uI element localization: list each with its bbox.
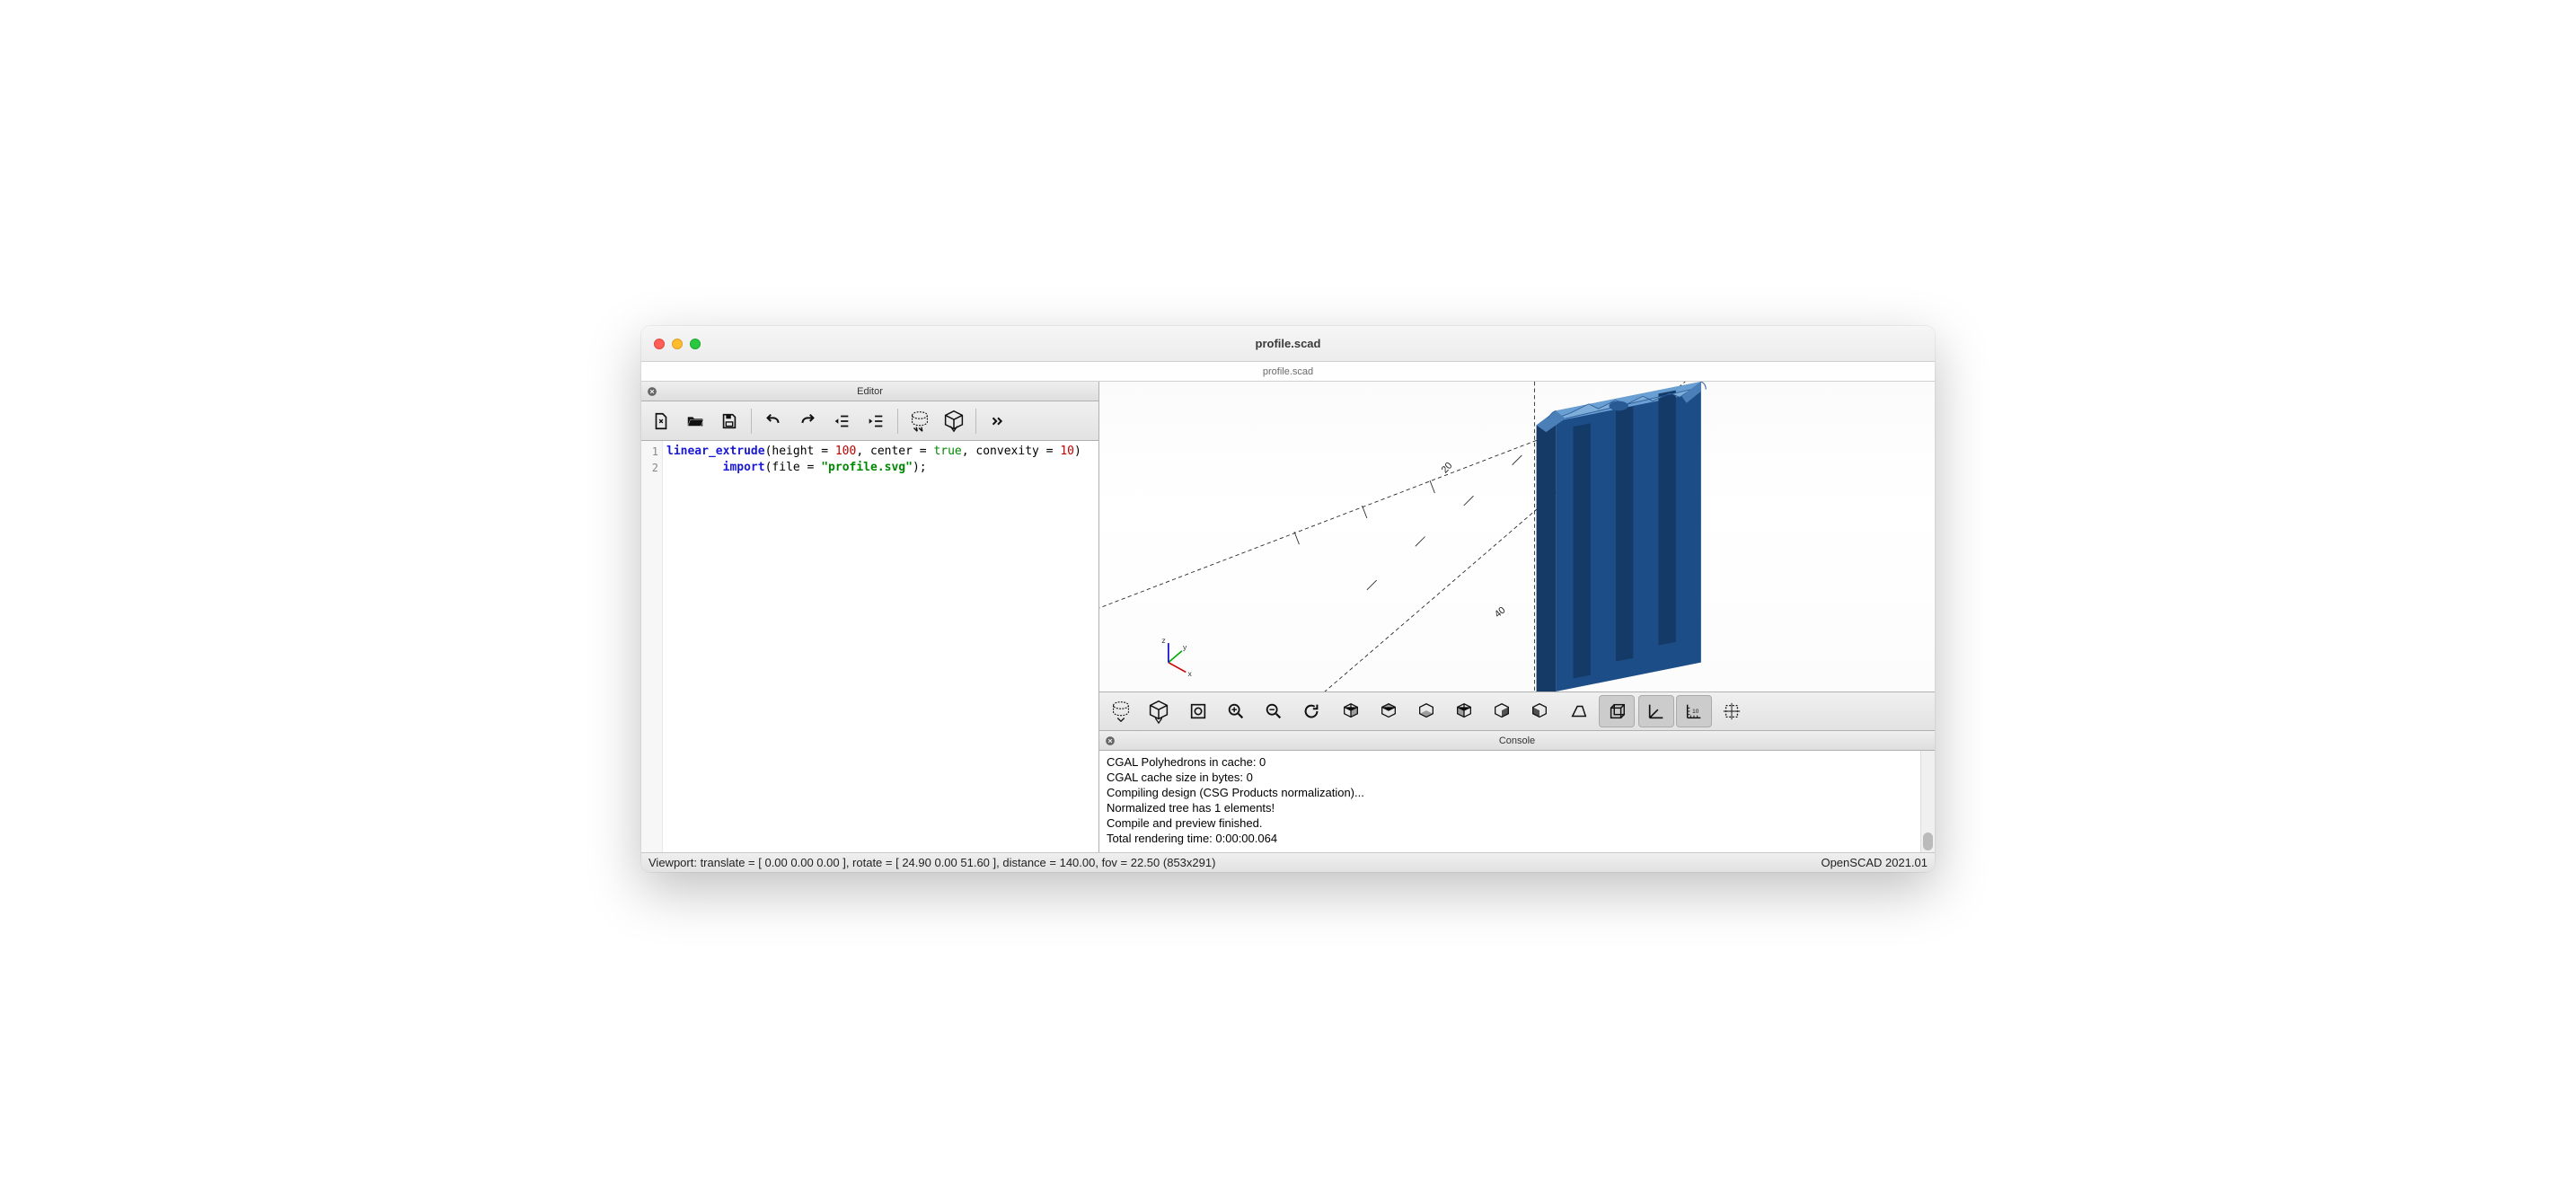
svg-text:10: 10 — [1692, 709, 1699, 715]
line-gutter: 12 — [641, 441, 663, 852]
zoom-out-button[interactable] — [1256, 695, 1292, 727]
svg-text:40: 40 — [1493, 604, 1508, 620]
svg-text:y: y — [1183, 643, 1187, 652]
titlebar[interactable]: profile.scad — [641, 326, 1935, 362]
code-editor[interactable]: 12 linear_extrude(height = 100, center =… — [641, 441, 1098, 852]
new-file-button[interactable] — [645, 405, 677, 437]
perspective-button[interactable] — [1561, 695, 1597, 727]
view-left-button[interactable] — [1446, 695, 1482, 727]
svg-text:20: 20 — [1440, 460, 1455, 475]
3d-viewport[interactable]: 20 40 20 x y z — [1099, 382, 1935, 691]
main-split: Editor 12 linear_extrude(height = 100 — [641, 382, 1935, 852]
document-tab[interactable]: profile.scad — [1263, 366, 1313, 377]
window-title: profile.scad — [641, 337, 1935, 350]
undo-button[interactable] — [757, 405, 790, 437]
open-file-button[interactable] — [679, 405, 711, 437]
console-output[interactable]: CGAL Polyhedrons in cache: 0 CGAL cache … — [1099, 751, 1920, 852]
show-axes-button[interactable] — [1638, 695, 1674, 727]
viewport-info: Viewport: translate = [ 0.00 0.00 0.00 ]… — [648, 856, 1215, 869]
view-right-button[interactable] — [1333, 695, 1369, 727]
console-header: Console — [1099, 731, 1935, 751]
render-button[interactable] — [938, 405, 970, 437]
view-front-button[interactable] — [1484, 695, 1520, 727]
view-all-button[interactable] — [1180, 695, 1216, 727]
version-label: OpenSCAD 2021.01 — [1821, 856, 1928, 869]
code-content[interactable]: linear_extrude(height = 100, center = tr… — [663, 441, 1098, 852]
console-panel-title: Console — [1099, 736, 1935, 746]
svg-text:z: z — [1161, 636, 1165, 645]
view-top-button[interactable] — [1371, 695, 1407, 727]
console-scrollbar[interactable] — [1920, 751, 1935, 852]
orthographic-button[interactable] — [1599, 695, 1635, 727]
svg-text:x: x — [1187, 669, 1192, 678]
render-button-2[interactable] — [1141, 695, 1177, 727]
redo-button[interactable] — [791, 405, 824, 437]
view-bottom-button[interactable] — [1408, 695, 1444, 727]
indent-button[interactable] — [860, 405, 892, 437]
right-pane: 20 40 20 x y z — [1099, 382, 1935, 852]
viewport-toolbar: 10 — [1099, 691, 1935, 731]
toolbar-overflow-button[interactable] — [982, 405, 1014, 437]
app-window: profile.scad profile.scad Editor — [641, 326, 1935, 872]
zoom-in-button[interactable] — [1218, 695, 1254, 727]
editor-pane: Editor 12 linear_extrude(height = 100 — [641, 382, 1099, 852]
console-pane: Console CGAL Polyhedrons in cache: 0 CGA… — [1099, 731, 1935, 852]
editor-panel-title: Editor — [641, 386, 1098, 397]
document-tabbar: profile.scad — [641, 362, 1935, 382]
unindent-button[interactable] — [825, 405, 858, 437]
statusbar: Viewport: translate = [ 0.00 0.00 0.00 ]… — [641, 852, 1935, 872]
show-crosshair-button[interactable] — [1714, 695, 1750, 727]
preview-button[interactable] — [904, 405, 936, 437]
editor-header: Editor — [641, 382, 1098, 401]
reset-view-button[interactable] — [1293, 695, 1329, 727]
view-back-button[interactable] — [1522, 695, 1557, 727]
save-file-button[interactable] — [713, 405, 745, 437]
preview-button-2[interactable] — [1103, 695, 1139, 727]
show-scale-button[interactable]: 10 — [1676, 695, 1712, 727]
editor-toolbar — [641, 401, 1098, 441]
